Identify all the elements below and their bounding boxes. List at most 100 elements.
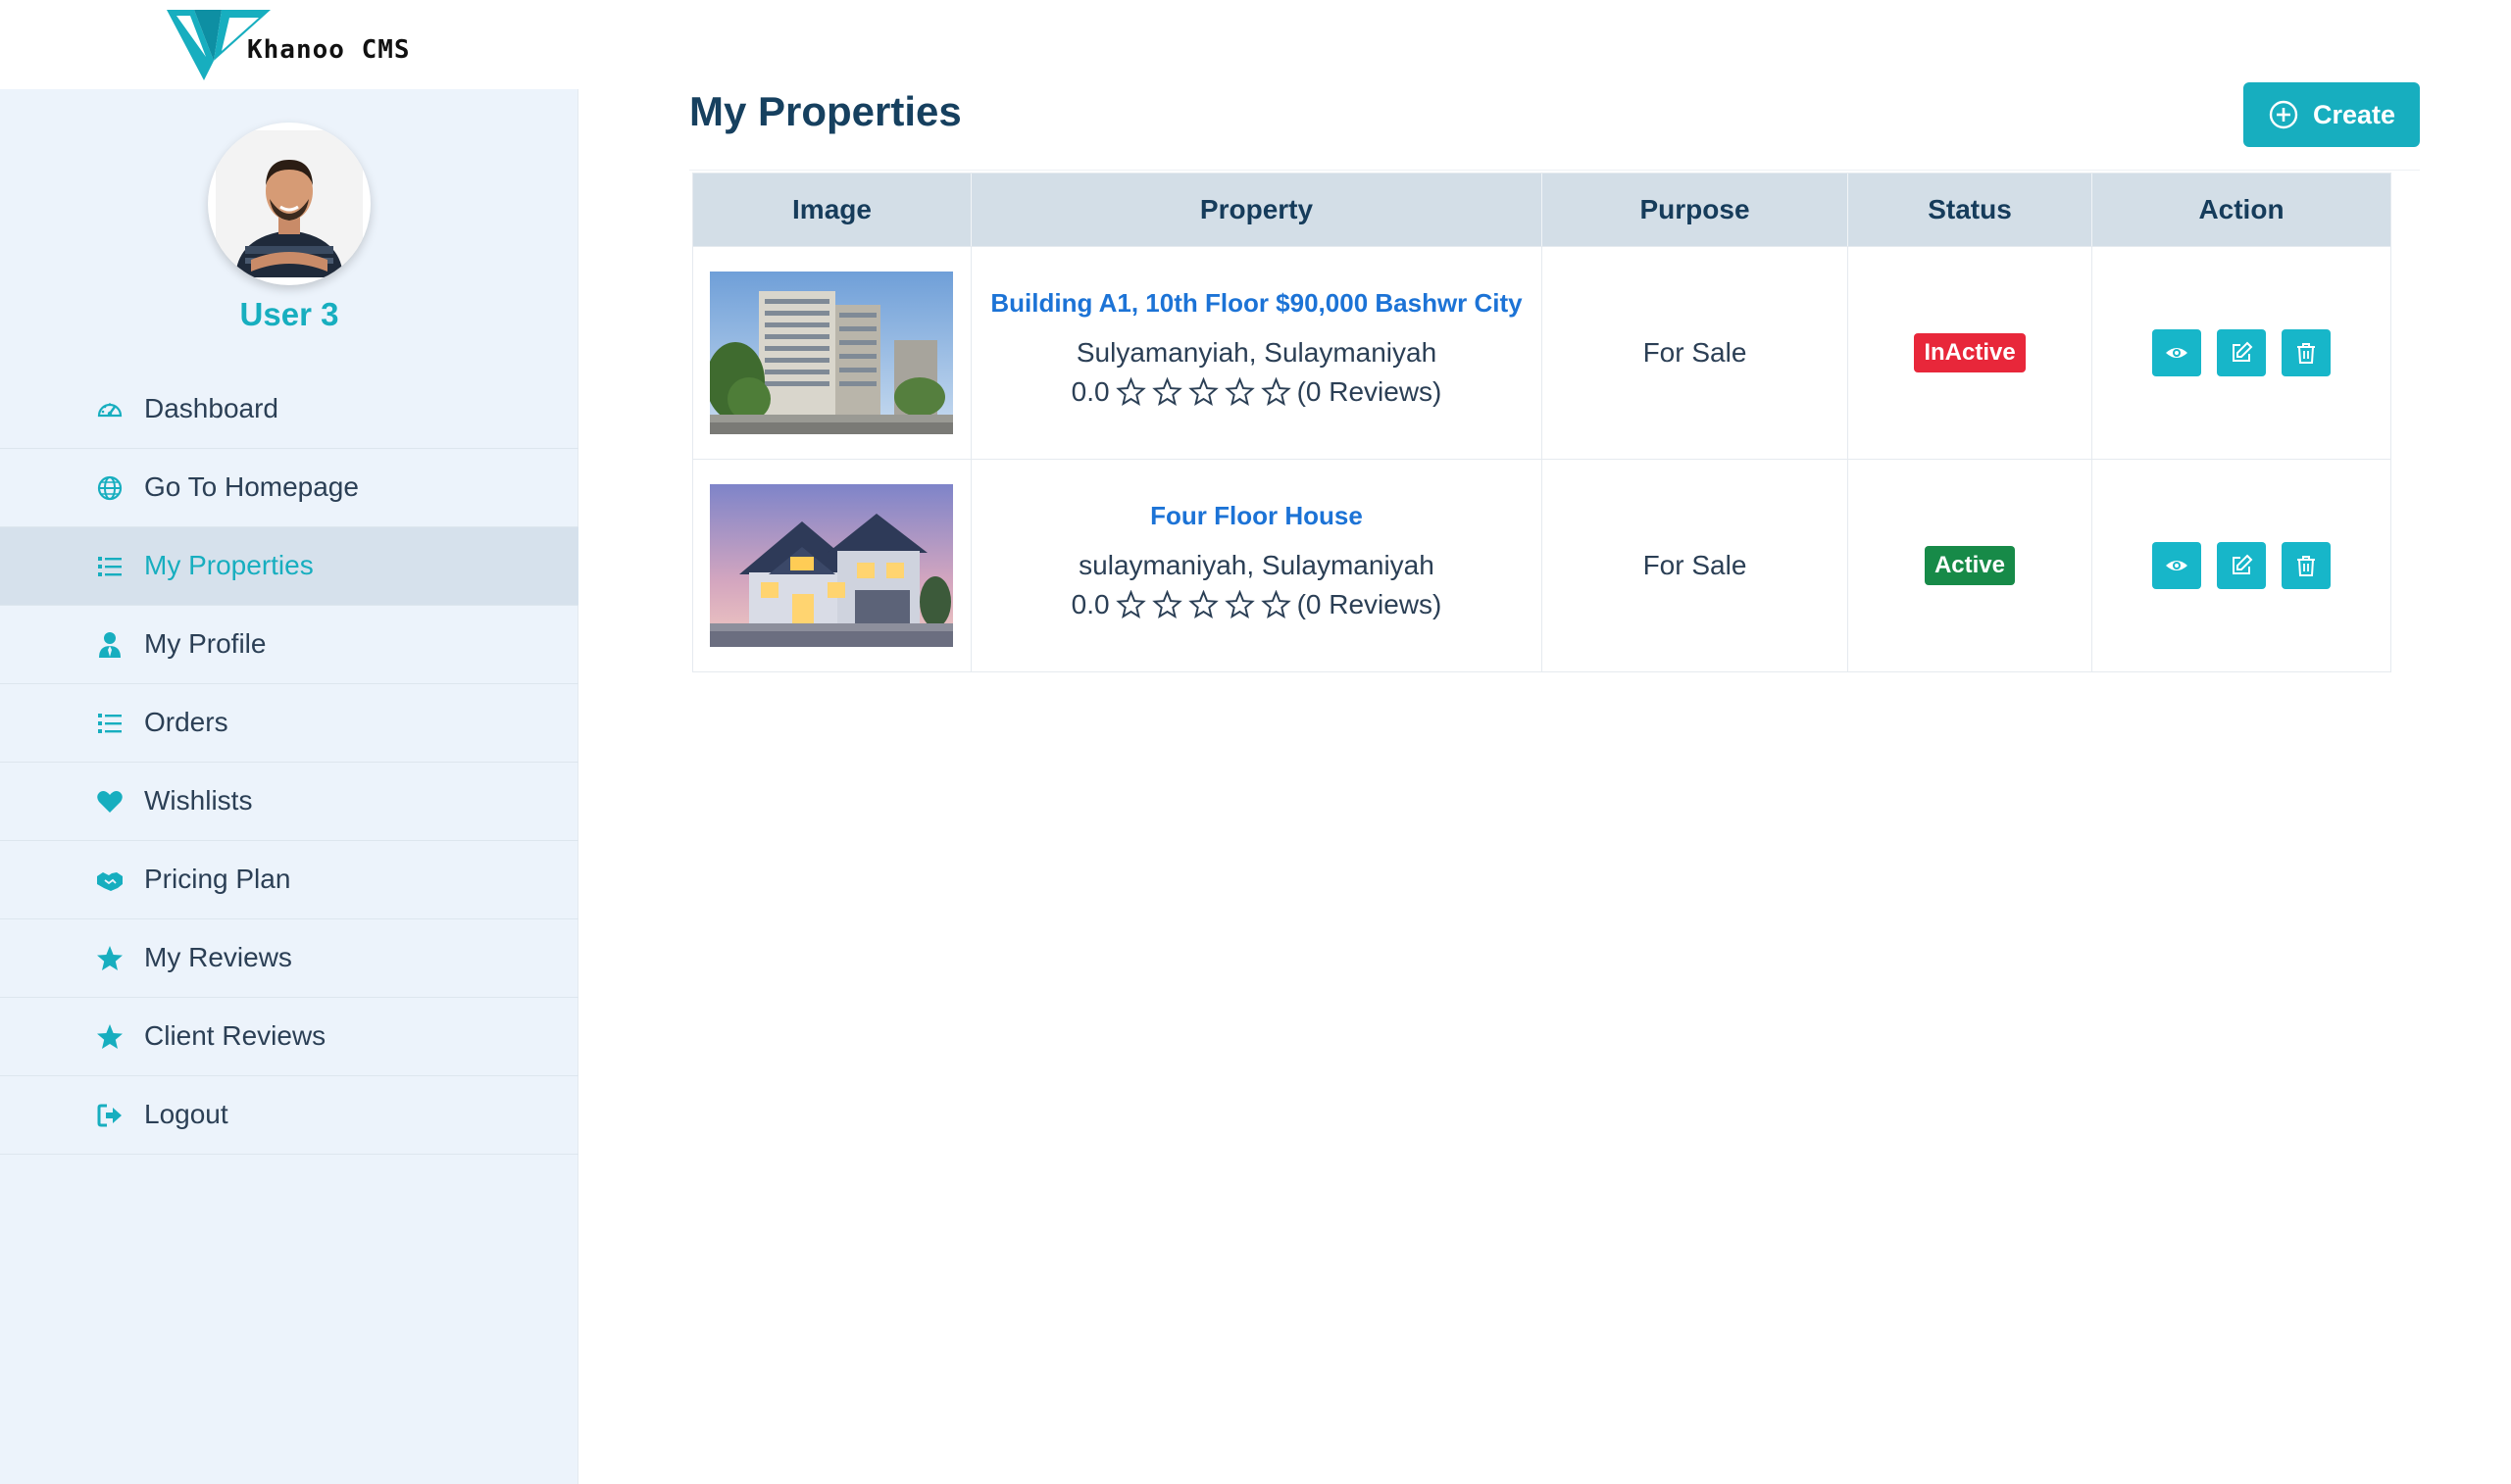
star-outline-icon xyxy=(1187,590,1219,619)
status-badge: Active xyxy=(1924,546,2016,585)
edit-icon xyxy=(2233,554,2253,574)
purpose-cell: For Sale xyxy=(1542,247,1848,459)
sidebar-item-label: Wishlists xyxy=(144,785,253,816)
column-header-purpose[interactable]: Purpose xyxy=(1542,173,1848,246)
globe-icon xyxy=(97,475,123,501)
plus-circle-icon xyxy=(2269,100,2298,129)
review-count: (0 Reviews) xyxy=(1296,589,1442,619)
sidebar-item-label: Orders xyxy=(144,707,228,737)
row-actions xyxy=(2152,329,2331,376)
star-outline-icon xyxy=(1260,590,1291,619)
page-title: My Properties xyxy=(689,88,962,134)
table-header: Image Property Purpose Status Action xyxy=(693,173,2390,246)
delete-button[interactable] xyxy=(2282,542,2331,589)
dashboard-icon xyxy=(97,403,123,418)
table-row: Building A1, 10th Floor $90,000 Bashwr C… xyxy=(693,246,2390,459)
sidebar-item-logout[interactable]: Logout xyxy=(0,1076,578,1155)
rating-value: 0.0 xyxy=(1071,589,1110,619)
properties-table: Image Property Purpose Status Action Bui… xyxy=(692,173,2391,672)
column-header-status[interactable]: Status xyxy=(1848,173,2092,246)
edit-button[interactable] xyxy=(2217,542,2266,589)
star-outline-icon xyxy=(1224,377,1255,407)
star-icon xyxy=(97,1024,123,1049)
sidebar-item-dashboard[interactable]: Dashboard xyxy=(0,371,578,449)
star-outline-icon xyxy=(1187,377,1219,407)
property-location: Sulyamanyiah, Sulaymaniyah xyxy=(1076,337,1437,368)
purpose-cell: For Sale xyxy=(1542,460,1848,671)
list-icon xyxy=(98,714,122,733)
sidebar-menu: Dashboard Go To Homepage My Properties M… xyxy=(0,371,578,1155)
handshake-icon xyxy=(97,872,123,891)
create-button-label: Create xyxy=(2312,99,2396,129)
sidebar-item-label: My Properties xyxy=(144,550,314,580)
star-outline-icon xyxy=(1151,590,1182,619)
logout-icon xyxy=(97,1104,122,1127)
sidebar-item-my-profile[interactable]: My Profile xyxy=(0,606,578,684)
purpose-value: For Sale xyxy=(1642,337,1747,368)
status-cell: Active xyxy=(1848,460,2092,671)
property-title-link[interactable]: Building A1, 10th Floor $90,000 Bashwr C… xyxy=(972,288,1541,319)
eye-icon xyxy=(2166,348,2187,358)
create-button[interactable]: Create xyxy=(2243,82,2420,147)
rating-stars xyxy=(1115,377,1291,407)
property-rating: 0.0 (0 Reviews) xyxy=(972,376,1541,408)
sidebar-item-homepage[interactable]: Go To Homepage xyxy=(0,449,578,527)
sidebar-item-client-reviews[interactable]: Client Reviews xyxy=(0,998,578,1076)
delete-button[interactable] xyxy=(2282,329,2331,376)
sidebar-item-orders[interactable]: Orders xyxy=(0,684,578,763)
property-thumbnail[interactable] xyxy=(710,272,953,434)
trash-icon xyxy=(2297,343,2315,364)
star-icon xyxy=(97,946,123,970)
status-badge: InActive xyxy=(1914,333,2026,372)
sidebar-item-label: Dashboard xyxy=(144,393,278,423)
purpose-value: For Sale xyxy=(1642,550,1747,580)
view-button[interactable] xyxy=(2152,542,2201,589)
star-outline-icon xyxy=(1224,590,1255,619)
star-outline-icon xyxy=(1115,377,1146,407)
rating-stars xyxy=(1115,590,1291,619)
image-cell xyxy=(693,460,972,671)
edit-icon xyxy=(2233,341,2253,362)
sidebar-item-label: Logout xyxy=(144,1099,228,1129)
action-cell xyxy=(2092,247,2390,459)
sidebar: Khanoo CMS User 3 Dashboard Go To Homepa… xyxy=(0,0,578,1484)
brand-name: Khanoo CMS xyxy=(247,35,411,65)
brand-logo[interactable]: Khanoo CMS xyxy=(165,6,420,82)
eye-icon xyxy=(2166,561,2187,570)
sidebar-item-label: Go To Homepage xyxy=(144,471,359,502)
column-header-property[interactable]: Property xyxy=(972,173,1542,246)
property-thumbnail[interactable] xyxy=(710,484,953,647)
column-header-image[interactable]: Image xyxy=(693,173,972,246)
review-count: (0 Reviews) xyxy=(1296,376,1442,407)
sidebar-item-label: Client Reviews xyxy=(144,1020,326,1051)
edit-button[interactable] xyxy=(2217,329,2266,376)
status-cell: InActive xyxy=(1848,247,2092,459)
sidebar-item-wishlists[interactable]: Wishlists xyxy=(0,763,578,841)
property-title-link[interactable]: Four Floor House xyxy=(972,501,1541,531)
property-cell: Four Floor House sulaymaniyah, Sulaymani… xyxy=(972,460,1542,671)
image-cell xyxy=(693,247,972,459)
sidebar-item-pricing-plan[interactable]: Pricing Plan xyxy=(0,841,578,919)
user-name: User 3 xyxy=(239,296,339,332)
sidebar-item-my-properties[interactable]: My Properties xyxy=(0,527,578,606)
property-location: sulaymaniyah, Sulaymaniyah xyxy=(1079,550,1434,580)
rating-value: 0.0 xyxy=(1071,376,1110,407)
action-cell xyxy=(2092,460,2390,671)
sidebar-item-label: Pricing Plan xyxy=(144,864,291,894)
trash-icon xyxy=(2297,556,2315,576)
property-cell: Building A1, 10th Floor $90,000 Bashwr C… xyxy=(972,247,1542,459)
avatar[interactable] xyxy=(208,123,371,285)
column-header-action[interactable]: Action xyxy=(2092,173,2390,246)
table-row: Four Floor House sulaymaniyah, Sulaymani… xyxy=(693,459,2390,671)
property-rating: 0.0 (0 Reviews) xyxy=(972,589,1541,620)
sidebar-item-my-reviews[interactable]: My Reviews xyxy=(0,919,578,998)
app-root: Khanoo CMS User 3 Dashboard Go To Homepa… xyxy=(0,0,2511,1484)
list-icon xyxy=(98,557,122,576)
star-outline-icon xyxy=(1151,377,1182,407)
sidebar-item-label: My Profile xyxy=(144,628,267,659)
row-actions xyxy=(2152,542,2331,589)
divider xyxy=(689,170,2420,171)
view-button[interactable] xyxy=(2152,329,2201,376)
star-outline-icon xyxy=(1260,377,1291,407)
sidebar-item-label: My Reviews xyxy=(144,942,292,972)
